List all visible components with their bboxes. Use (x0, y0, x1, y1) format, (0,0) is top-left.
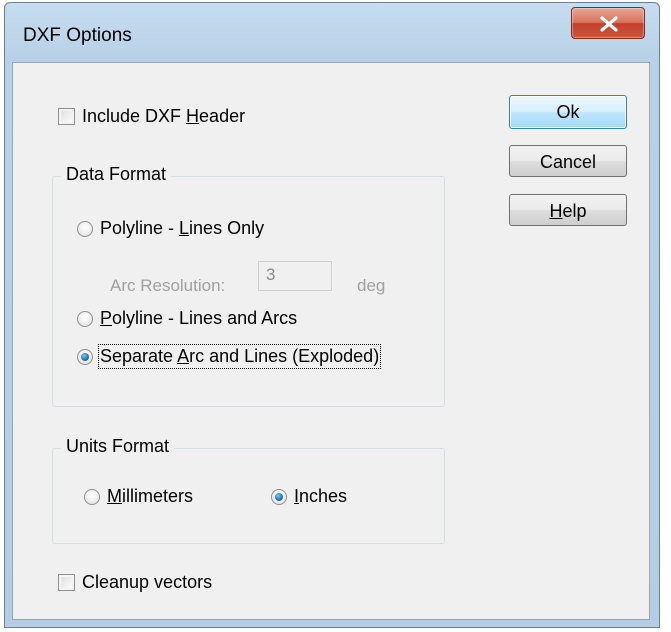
radio-inches-label: Inches (294, 486, 348, 506)
title-bar[interactable]: DXF Options (5, 3, 659, 67)
radio-lines-and-arcs-label: Polyline - Lines and Arcs (100, 308, 298, 328)
radio-exploded-label: Separate Arc and Lines (Exploded) (97, 344, 382, 369)
window-title: DXF Options (23, 25, 132, 46)
help-button[interactable]: Help (509, 194, 627, 226)
cleanup-vectors-label: Cleanup vectors (82, 572, 213, 592)
close-button[interactable] (571, 7, 645, 39)
radio-inches-button[interactable] (271, 488, 287, 505)
units-format-title: Units Format (61, 436, 175, 457)
cleanup-vectors-checkbox[interactable] (58, 574, 75, 591)
arc-resolution-label: Arc Resolution: (110, 276, 226, 295)
close-x-icon (600, 16, 618, 32)
radio-lines-only-button[interactable] (77, 220, 93, 237)
ok-button[interactable]: Ok (509, 95, 627, 129)
cleanup-vectors-checkbox-row[interactable]: Cleanup vectors (58, 572, 212, 593)
radio-exploded-button[interactable] (77, 348, 93, 365)
radio-lines-and-arcs-button[interactable] (77, 310, 93, 327)
radio-inches[interactable]: Inches (271, 486, 347, 507)
data-format-title: Data Format (61, 164, 172, 185)
radio-lines-only-label: Polyline - Lines Only (100, 218, 265, 238)
radio-millimeters-button[interactable] (84, 488, 100, 505)
include-dxf-header-label: Include DXF Header (82, 106, 246, 126)
include-dxf-header-checkbox-row[interactable]: Include DXF Header (58, 106, 245, 127)
arc-resolution-unit: deg (357, 276, 386, 295)
radio-lines-only[interactable]: Polyline - Lines Only (77, 218, 264, 239)
cancel-button[interactable]: Cancel (509, 145, 627, 177)
arc-resolution-input[interactable]: 3 (258, 261, 332, 291)
radio-millimeters[interactable]: Millimeters (84, 486, 193, 507)
radio-lines-and-arcs[interactable]: Polyline - Lines and Arcs (77, 308, 297, 329)
radio-exploded[interactable]: Separate Arc and Lines (Exploded) (77, 344, 382, 369)
radio-millimeters-label: Millimeters (107, 486, 194, 506)
include-dxf-header-checkbox[interactable] (58, 108, 75, 125)
